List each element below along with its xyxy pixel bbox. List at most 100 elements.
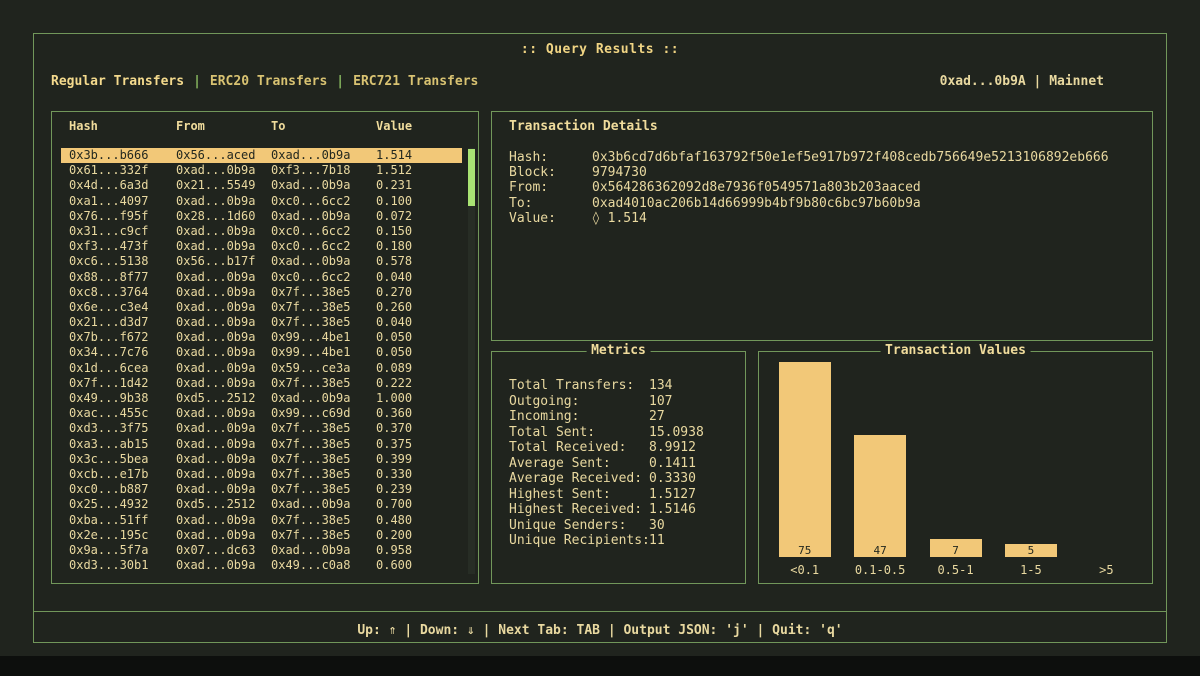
table-row[interactable]: 0x6e...c3e40xad...0b9a0x7f...38e50.260 <box>61 300 462 315</box>
table-row[interactable]: 0xd3...30b10xad...0b9a0x49...c0a80.600 <box>61 558 462 573</box>
table-row[interactable]: 0x3c...5bea0xad...0b9a0x7f...38e50.399 <box>61 452 462 467</box>
table-cell: 0.270 <box>376 285 462 300</box>
table-row[interactable]: 0x61...332f0xad...0b9a0xf3...7b181.512 <box>61 163 462 178</box>
table-cell: 0.050 <box>376 345 462 360</box>
table-row[interactable]: 0xa1...40970xad...0b9a0xc0...6cc20.100 <box>61 194 462 209</box>
query-results-window: :: Query Results :: Regular Transfers|ER… <box>33 33 1167 643</box>
table-row[interactable]: 0x34...7c760xad...0b9a0x99...4be10.050 <box>61 345 462 360</box>
chart-bar-slot: 7 <box>918 362 993 557</box>
table-cell: 0xad...0b9a <box>271 391 376 406</box>
table-cell: 0x7f...38e5 <box>271 376 376 391</box>
table-cell: 0xcb...e17b <box>69 467 176 482</box>
table-row[interactable]: 0xd3...3f750xad...0b9a0x7f...38e50.370 <box>61 421 462 436</box>
detail-field: Block:9794730 <box>509 165 1152 180</box>
chart-bar: 75 <box>779 362 831 557</box>
metric-row: Average Sent:0.1411 <box>509 456 745 472</box>
chart-bar-slot: 47 <box>842 362 917 557</box>
column-header-from: From <box>176 119 271 134</box>
table-cell: 0xc8...3764 <box>69 285 176 300</box>
table-row[interactable]: 0xf3...473f0xad...0b9a0xc0...6cc20.180 <box>61 239 462 254</box>
table-cell: 0.239 <box>376 482 462 497</box>
table-cell: 0xad...0b9a <box>176 345 271 360</box>
metrics-title: Metrics <box>586 343 651 358</box>
table-cell: 0x7f...38e5 <box>271 437 376 452</box>
table-cell: 0.370 <box>376 421 462 436</box>
metric-label: Total Sent: <box>509 425 649 441</box>
table-cell: 0x21...d3d7 <box>69 315 176 330</box>
table-cell: 0x99...4be1 <box>271 345 376 360</box>
chart-panel: Transaction Values 754775 <0.10.1-0.50.5… <box>758 351 1153 584</box>
table-cell: 0.231 <box>376 178 462 193</box>
table-cell: 0.040 <box>376 315 462 330</box>
terminal-screen: :: Query Results :: Regular Transfers|ER… <box>0 0 1200 676</box>
desktop-edge <box>0 656 1200 676</box>
table-cell: 0.150 <box>376 224 462 239</box>
chart-x-label: 1-5 <box>993 563 1068 577</box>
table-cell: 0x49...c0a8 <box>271 558 376 573</box>
table-cell: 0x4d...6a3d <box>69 178 176 193</box>
metric-label: Highest Sent: <box>509 487 649 503</box>
metric-row: Total Transfers:134 <box>509 378 745 394</box>
table-row[interactable]: 0x2e...195c0xad...0b9a0x7f...38e50.200 <box>61 528 462 543</box>
table-cell: 0x9a...5f7a <box>69 543 176 558</box>
tab-erc20-transfers[interactable]: ERC20 Transfers <box>210 74 327 89</box>
table-cell: 0.375 <box>376 437 462 452</box>
table-row[interactable]: 0x7f...1d420xad...0b9a0x7f...38e50.222 <box>61 376 462 391</box>
table-row[interactable]: 0xcb...e17b0xad...0b9a0x7f...38e50.330 <box>61 467 462 482</box>
chart-bar: 5 <box>1005 544 1057 557</box>
metrics-list: Total Transfers:134Outgoing:107Incoming:… <box>509 378 745 549</box>
table-scrollbar[interactable] <box>468 148 475 574</box>
table-row[interactable]: 0x4d...6a3d0x21...55490xad...0b9a0.231 <box>61 178 462 193</box>
table-row[interactable]: 0xc0...b8870xad...0b9a0x7f...38e50.239 <box>61 482 462 497</box>
table-cell: 0xad...0b9a <box>176 163 271 178</box>
tab-erc721-transfers[interactable]: ERC721 Transfers <box>353 74 478 89</box>
table-cell: 0xad...0b9a <box>271 254 376 269</box>
table-cell: 0xad...0b9a <box>176 406 271 421</box>
chart-x-labels: <0.10.1-0.50.5-11-5>5 <box>767 563 1144 577</box>
table-cell: 0xad...0b9a <box>176 270 271 285</box>
table-row[interactable]: 0x21...d3d70xad...0b9a0x7f...38e50.040 <box>61 315 462 330</box>
table-cell: 0x7f...38e5 <box>271 315 376 330</box>
table-cell: 0.089 <box>376 361 462 376</box>
table-row[interactable]: 0x1d...6cea0xad...0b9a0x59...ce3a0.089 <box>61 361 462 376</box>
table-row[interactable]: 0x25...49320xd5...25120xad...0b9a0.700 <box>61 497 462 512</box>
transfers-table-panel: HashFromToValue 0x3b...b6660x56...aced0x… <box>51 111 479 584</box>
metric-value: 0.3330 <box>649 471 696 487</box>
table-cell: 0xad...0b9a <box>176 315 271 330</box>
table-row[interactable]: 0xc8...37640xad...0b9a0x7f...38e50.270 <box>61 285 462 300</box>
chart-x-label: 0.5-1 <box>918 563 993 577</box>
table-row[interactable]: 0xa3...ab150xad...0b9a0x7f...38e50.375 <box>61 437 462 452</box>
table-row[interactable]: 0x9a...5f7a0x07...dc630xad...0b9a0.958 <box>61 543 462 558</box>
table-cell: 0x7f...1d42 <box>69 376 176 391</box>
table-cell: 0.050 <box>376 330 462 345</box>
metric-label: Highest Received: <box>509 502 649 518</box>
table-cell: 0x56...b17f <box>176 254 271 269</box>
table-cell: 0xad...0b9a <box>176 452 271 467</box>
table-row[interactable]: 0x31...c9cf0xad...0b9a0xc0...6cc20.150 <box>61 224 462 239</box>
table-cell: 0x21...5549 <box>176 178 271 193</box>
metric-row: Average Received:0.3330 <box>509 471 745 487</box>
metric-value: 107 <box>649 394 672 410</box>
details-title: Transaction Details <box>509 119 1152 134</box>
table-cell: 0xad...0b9a <box>176 224 271 239</box>
table-row[interactable]: 0x49...9b380xd5...25120xad...0b9a1.000 <box>61 391 462 406</box>
table-cell: 0xad...0b9a <box>176 361 271 376</box>
tab-separator: | <box>336 74 344 89</box>
scrollbar-thumb[interactable] <box>468 149 475 206</box>
detail-label: Block: <box>509 165 592 180</box>
table-cell: 0.600 <box>376 558 462 573</box>
chart-bar: 7 <box>930 539 982 557</box>
table-row[interactable]: 0xc6...51380x56...b17f0xad...0b9a0.578 <box>61 254 462 269</box>
table-cell: 0xad...0b9a <box>271 148 376 163</box>
table-row[interactable]: 0xba...51ff0xad...0b9a0x7f...38e50.480 <box>61 513 462 528</box>
table-row[interactable]: 0x88...8f770xad...0b9a0xc0...6cc20.040 <box>61 270 462 285</box>
table-cell: 0xad...0b9a <box>176 513 271 528</box>
table-row[interactable]: 0x3b...b6660x56...aced0xad...0b9a1.514 <box>61 148 462 163</box>
table-cell: 0xc0...6cc2 <box>271 224 376 239</box>
tab-regular-transfers[interactable]: Regular Transfers <box>51 74 184 89</box>
table-cell: 0x76...f95f <box>69 209 176 224</box>
table-row[interactable]: 0x76...f95f0x28...1d600xad...0b9a0.072 <box>61 209 462 224</box>
table-cell: 0x1d...6cea <box>69 361 176 376</box>
table-row[interactable]: 0x7b...f6720xad...0b9a0x99...4be10.050 <box>61 330 462 345</box>
table-row[interactable]: 0xac...455c0xad...0b9a0x99...c69d0.360 <box>61 406 462 421</box>
